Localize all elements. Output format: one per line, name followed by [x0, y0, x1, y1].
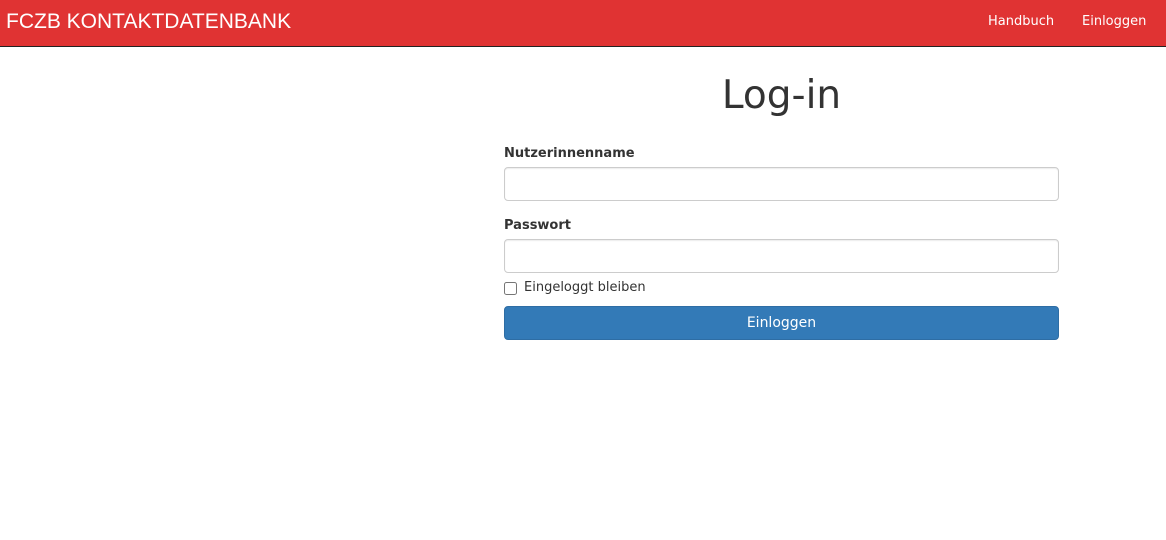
remember-me-label: Eingeloggt bleiben: [524, 280, 646, 295]
password-input[interactable]: [504, 239, 1059, 273]
page-title: Log-in: [721, 73, 842, 118]
username-label: Nutzerinnenname: [504, 146, 635, 161]
remember-me-checkbox[interactable]: [504, 281, 517, 295]
top-navbar: FCZB KONTAKTDATENBANK Handbuch Einloggen: [0, 0, 1166, 47]
username-input[interactable]: [504, 167, 1059, 201]
login-submit-button[interactable]: Einloggen: [504, 306, 1059, 340]
nav-link-handbuch[interactable]: Handbuch: [988, 14, 1054, 30]
remember-me-row[interactable]: Eingeloggt bleiben: [504, 280, 646, 296]
password-label: Passwort: [504, 218, 571, 233]
brand-link[interactable]: FCZB KONTAKTDATENBANK: [6, 10, 291, 34]
nav-link-einloggen[interactable]: Einloggen: [1082, 14, 1146, 30]
